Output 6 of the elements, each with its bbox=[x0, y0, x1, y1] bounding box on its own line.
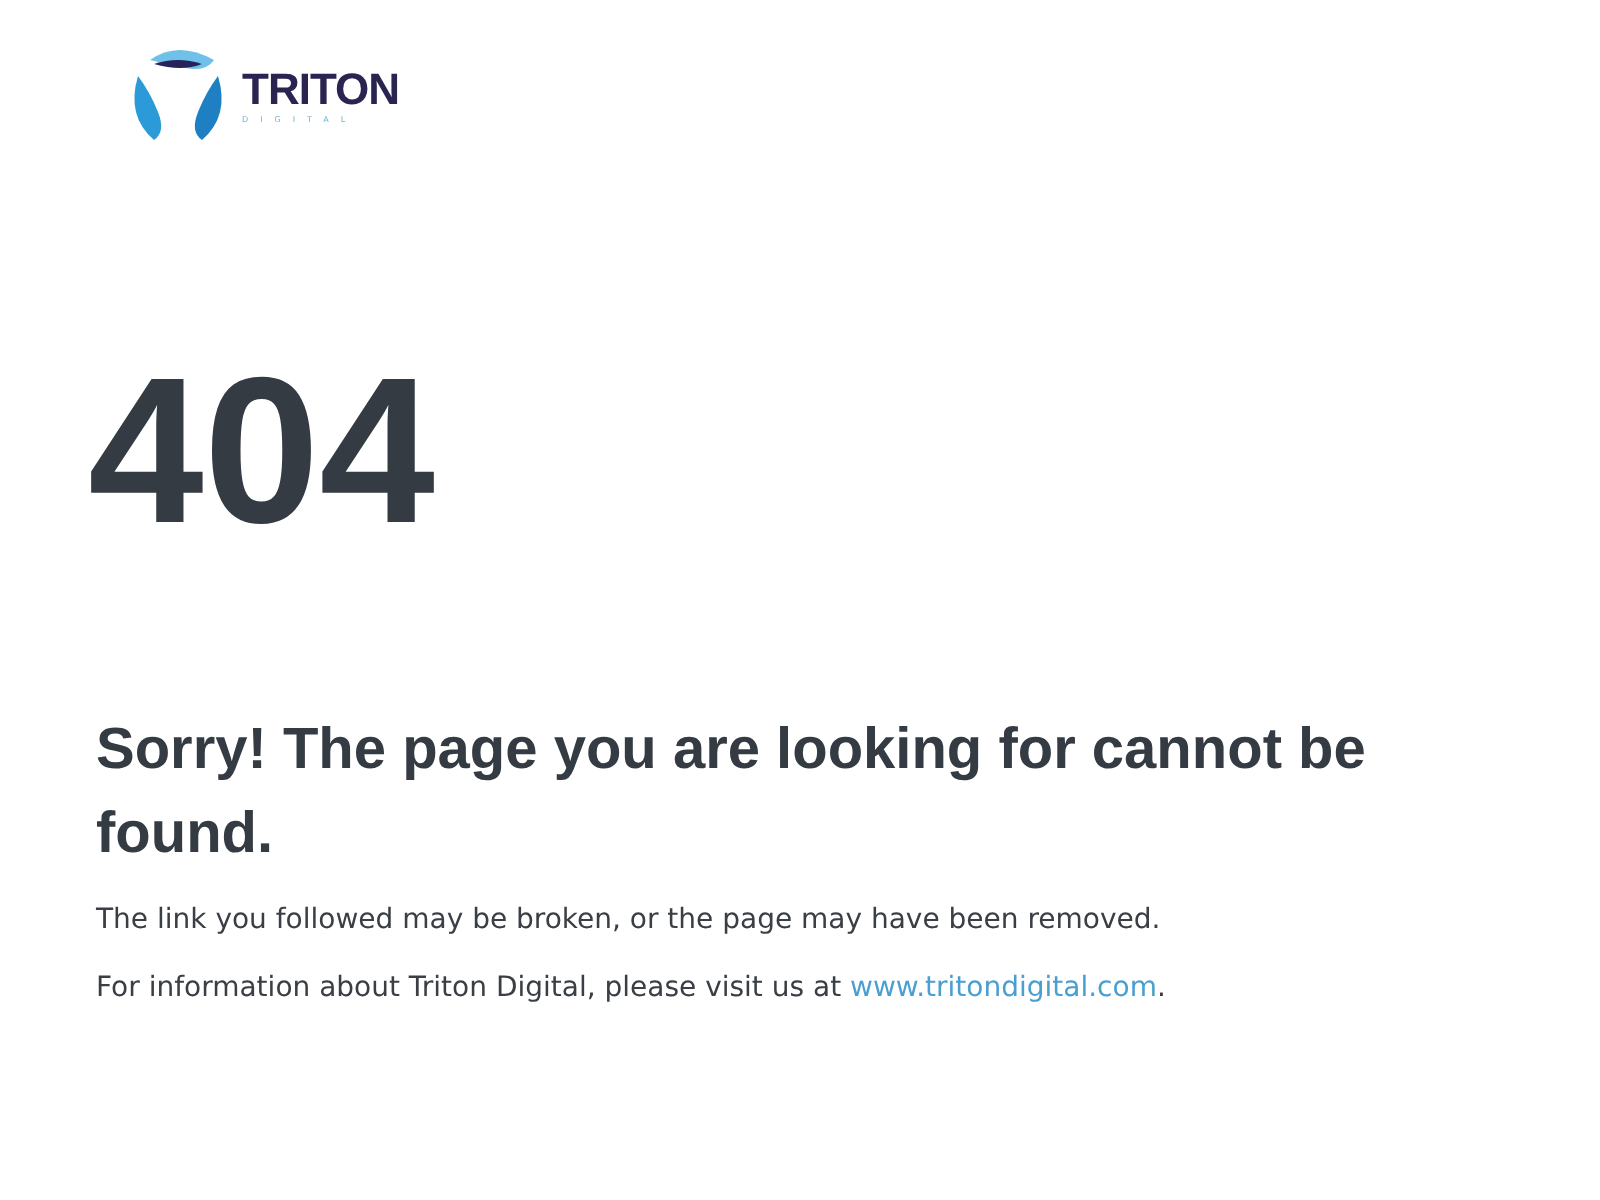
info-text: For information about Triton Digital, please visit us at www.tritondigital.com. bbox=[96, 972, 1168, 1004]
logo-wordmark: TRITON bbox=[242, 68, 399, 112]
error-message: The link you followed may be broken, or the page may have been removed. bbox=[96, 904, 1163, 936]
error-heading: Sorry! The page you are looking for cannot be found. bbox=[96, 716, 1368, 870]
error-code: 404 bbox=[88, 348, 438, 556]
website-link[interactable]: www.tritondigital.com bbox=[850, 972, 1157, 1004]
